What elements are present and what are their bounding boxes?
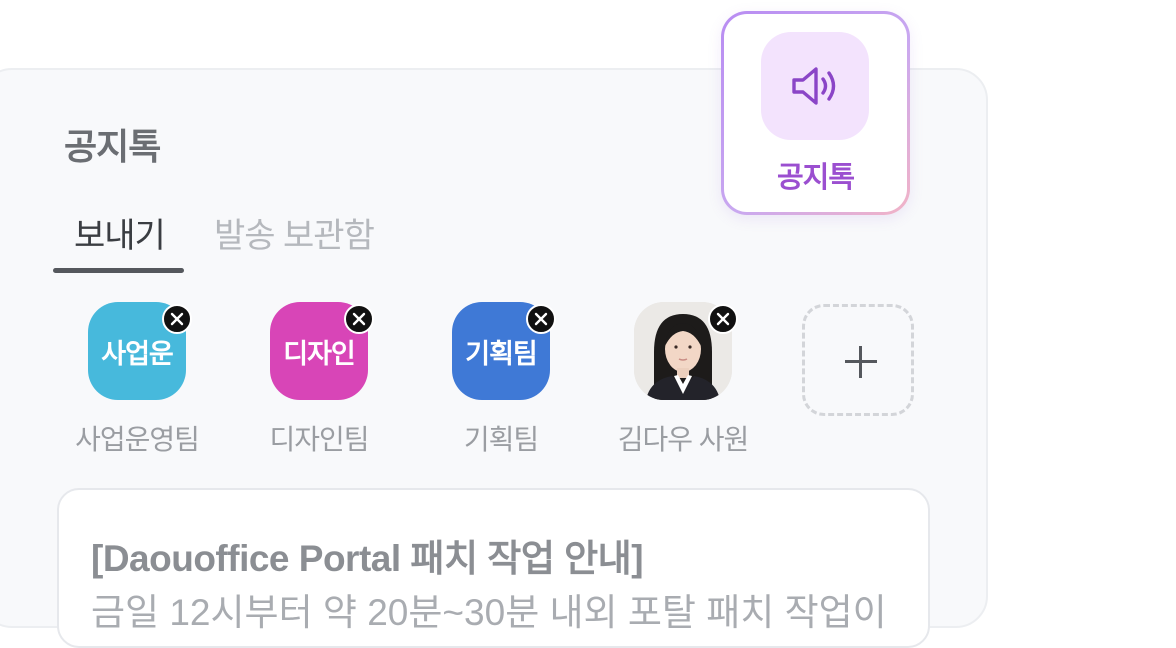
recipient-item: 사업운 사업운영팀 bbox=[58, 302, 208, 462]
recipient-item: 디자인 디자인팀 bbox=[240, 302, 390, 462]
active-tab-indicator bbox=[53, 268, 184, 273]
recipient-item: 김다우 사원 bbox=[604, 302, 754, 462]
remove-recipient-button[interactable] bbox=[708, 304, 738, 334]
message-editor[interactable]: [Daouoffice Portal 패치 작업 안내] 금일 12시부터 약 … bbox=[57, 488, 930, 648]
recipient-name: 사업운영팀 bbox=[75, 424, 200, 455]
recipient-name: 김다우 사원 bbox=[617, 424, 750, 455]
notice-talk-button[interactable]: 공지톡 bbox=[721, 11, 910, 215]
tab-send[interactable]: 보내기 bbox=[74, 208, 166, 257]
speaker-icon bbox=[792, 67, 836, 105]
remove-recipient-button[interactable] bbox=[162, 304, 192, 334]
recipient-name: 기획팀 bbox=[463, 424, 539, 455]
close-icon bbox=[534, 312, 548, 326]
recipient-item: 기획팀 기획팀 bbox=[422, 302, 572, 462]
message-title: [Daouoffice Portal 패치 작업 안내] bbox=[91, 538, 644, 579]
close-icon bbox=[716, 312, 730, 326]
close-icon bbox=[352, 312, 366, 326]
notice-talk-label: 공지톡 bbox=[776, 162, 855, 194]
speaker-icon-container bbox=[761, 32, 869, 140]
panel-title: 공지톡 bbox=[64, 126, 161, 167]
add-recipient-button[interactable] bbox=[802, 304, 914, 416]
message-body: 금일 12시부터 약 20분~30분 내외 포탈 패치 작업이 bbox=[91, 592, 887, 633]
recipient-name: 디자인팀 bbox=[269, 424, 369, 455]
tab-sent-box[interactable]: 발송 보관함 bbox=[214, 208, 375, 257]
remove-recipient-button[interactable] bbox=[344, 304, 374, 334]
remove-recipient-button[interactable] bbox=[526, 304, 556, 334]
close-icon bbox=[170, 312, 184, 326]
